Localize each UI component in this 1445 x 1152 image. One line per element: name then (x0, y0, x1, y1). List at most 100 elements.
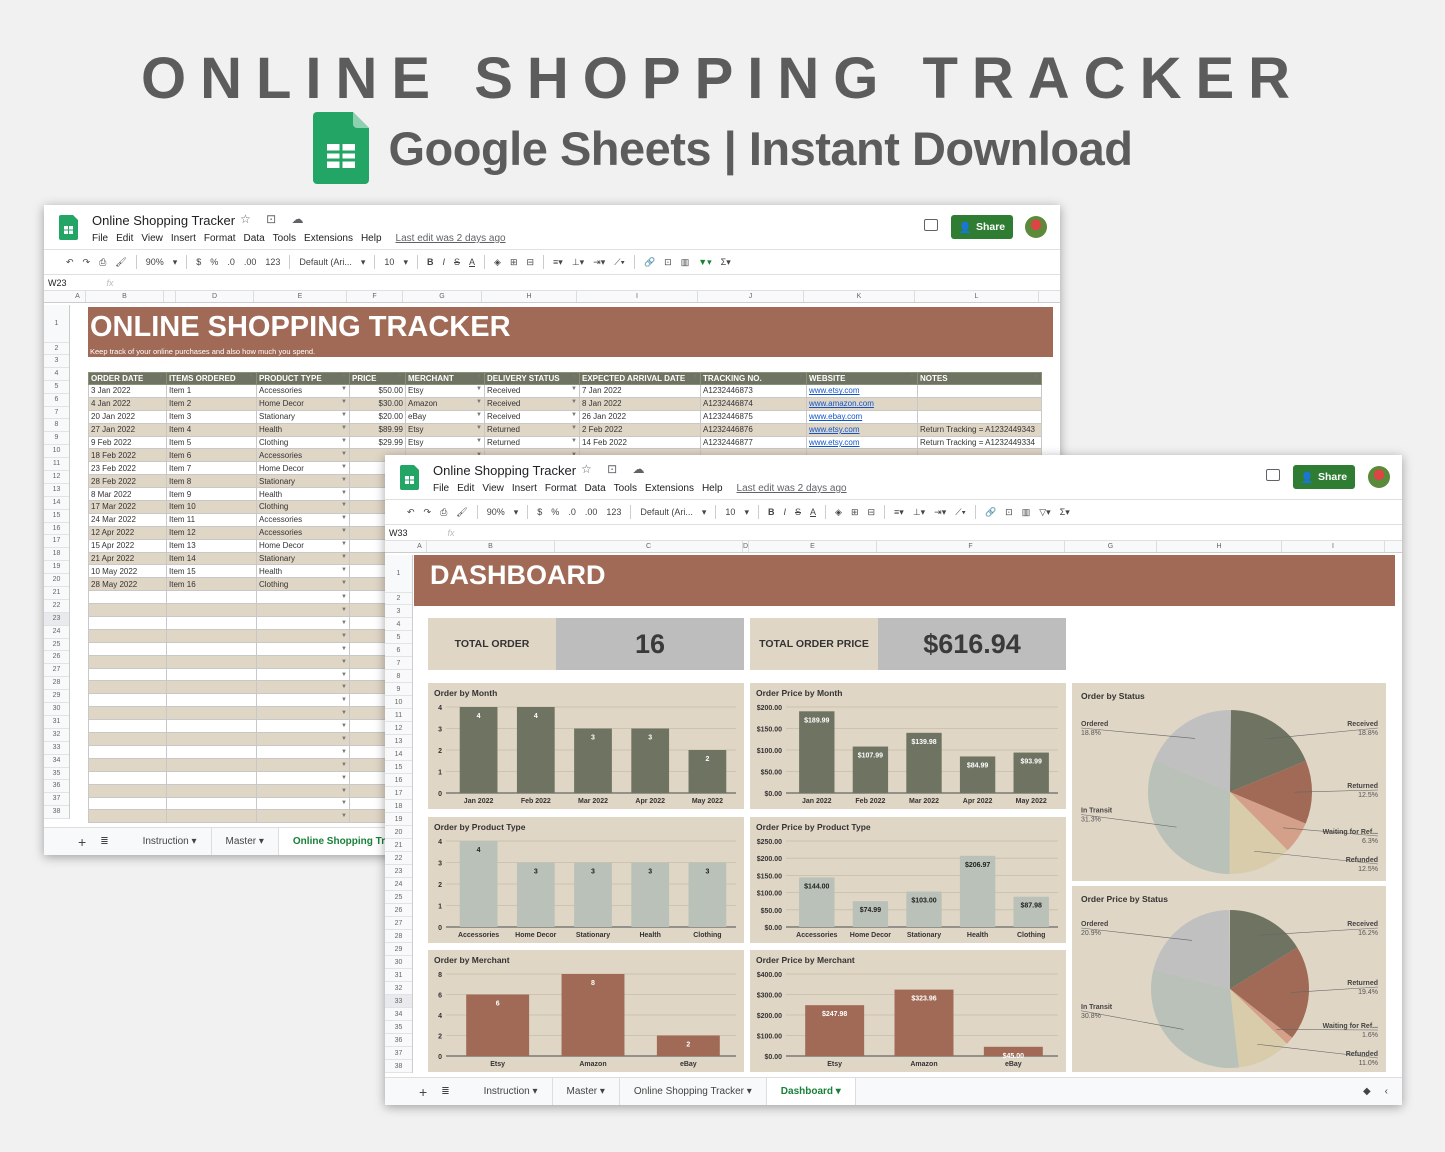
dropdown-icon[interactable]: ▼ (341, 620, 347, 626)
row-header[interactable]: 30 (44, 703, 69, 716)
zoom-select[interactable]: 90% (146, 257, 164, 267)
table-cell[interactable]: Stationary ▼ (256, 551, 350, 566)
row-header[interactable]: 23 (385, 865, 412, 878)
column-header[interactable]: NOTES ▼ (917, 372, 1042, 385)
insert-chart-icon[interactable]: ▥ (1022, 507, 1031, 518)
col-e[interactable]: E (254, 291, 347, 302)
table-cell[interactable]: Received ▼ (484, 409, 580, 424)
table-cell[interactable]: ▼ (256, 770, 350, 785)
filter-icon[interactable]: ▼ (692, 374, 698, 380)
dropdown-icon[interactable]: ▼ (341, 528, 347, 534)
more-formats-button[interactable]: 123 (606, 507, 621, 517)
row-header[interactable]: 7 (385, 657, 412, 670)
table-cell[interactable] (166, 590, 257, 605)
col-c[interactable]: C (555, 541, 743, 552)
fill-color-icon[interactable]: ◈ (494, 257, 501, 268)
row-header[interactable]: 21 (385, 839, 412, 852)
row-header[interactable]: 3 (44, 355, 69, 368)
table-cell[interactable]: Item 8 (166, 474, 257, 489)
redo-icon[interactable]: ↷ (424, 507, 432, 518)
dropdown-icon[interactable]: ▼ (341, 633, 347, 639)
increase-decimal-button[interactable]: .00 (244, 257, 257, 267)
table-cell[interactable]: Item 1 (166, 384, 257, 398)
col-a[interactable]: A (70, 291, 86, 302)
table-cell[interactable]: 14 Feb 2022 (579, 435, 701, 450)
dropdown-icon[interactable]: ▼ (571, 399, 577, 405)
table-cell[interactable] (166, 693, 257, 708)
filter-icon[interactable]: ▼ (397, 374, 403, 380)
row-header[interactable]: 15 (44, 510, 69, 523)
dropdown-icon[interactable]: ▼ (341, 775, 347, 781)
dropdown-icon[interactable]: ▼ (341, 736, 347, 742)
table-cell[interactable]: Item 12 (166, 525, 257, 540)
row-header[interactable]: 27 (385, 917, 412, 930)
table-cell[interactable]: ▼ (256, 732, 350, 746)
star-icon[interactable]: ☆ ⊡ ☁ (581, 462, 650, 476)
table-cell[interactable]: 20 Jan 2022 (88, 409, 167, 424)
row-header[interactable]: 16 (385, 774, 412, 787)
table-cell[interactable] (88, 732, 167, 746)
row-header[interactable]: 29 (385, 943, 412, 956)
tab-master[interactable]: Master ▾ (212, 827, 279, 855)
row-header[interactable]: 3 (385, 605, 412, 618)
table-cell[interactable]: Etsy ▼ (405, 384, 485, 398)
table-cell[interactable] (166, 616, 257, 630)
row-header[interactable]: 10 (385, 696, 412, 709)
table-cell[interactable]: Home Decor ▼ (256, 538, 350, 553)
column-header[interactable]: TRACKING NO. ▼ (700, 372, 807, 385)
table-cell[interactable] (88, 628, 167, 643)
link-icon[interactable]: 🔗 (644, 257, 655, 268)
filter-icon[interactable]: ▼ (798, 374, 804, 380)
table-cell[interactable]: Return Tracking = A1232449343 (917, 422, 1042, 437)
table-cell[interactable] (88, 783, 167, 798)
table-cell[interactable]: www.etsy.com (806, 422, 918, 437)
print-icon[interactable]: ⎙ (99, 257, 106, 268)
row-header[interactable]: 9 (44, 432, 69, 446)
dropdown-icon[interactable]: ▼ (341, 541, 347, 547)
row-header[interactable]: 12 (44, 471, 69, 484)
chart-order-by-product-type[interactable]: Order by Product Type 0 1 2 3 4 4 Accessories 3 H… (428, 817, 744, 943)
row-header[interactable]: 24 (44, 626, 69, 639)
dropdown-icon[interactable]: ▼ (341, 594, 347, 600)
redo-icon[interactable]: ↷ (83, 257, 91, 268)
row-header[interactable]: 2 (44, 343, 69, 355)
borders-icon[interactable]: ⊞ (851, 507, 859, 518)
paint-format-icon[interactable]: 🖌 (115, 257, 126, 268)
last-edit-link[interactable]: Last edit was 2 days ago (396, 233, 506, 244)
table-cell[interactable] (166, 732, 257, 746)
column-header[interactable]: EXPECTED ARRIVAL DATE ▼ (579, 372, 701, 385)
table-cell[interactable]: Item 2 (166, 396, 257, 411)
dropdown-icon[interactable]: ▼ (341, 646, 347, 652)
table-cell[interactable]: $89.99 (349, 422, 406, 437)
font-select[interactable]: Default (Ari... (299, 257, 352, 267)
col-e[interactable]: E (749, 541, 877, 552)
all-sheets-icon[interactable]: ≣ (94, 836, 128, 847)
menu-edit[interactable]: Edit (116, 233, 133, 244)
table-cell[interactable]: ▼ (256, 796, 350, 811)
table-cell[interactable]: A1232446877 (700, 435, 807, 450)
row-header[interactable]: 28 (44, 677, 69, 691)
dropdown-icon[interactable]: ▼ (341, 659, 347, 665)
decrease-decimal-button[interactable]: .0 (568, 507, 576, 517)
dropdown-icon[interactable]: ▼ (341, 580, 347, 586)
table-cell[interactable] (166, 628, 257, 643)
table-cell[interactable] (166, 770, 257, 785)
col-b[interactable]: B (86, 291, 164, 302)
wrap-icon[interactable]: ⇥▾ (593, 257, 605, 268)
dropdown-icon[interactable]: ▼ (341, 412, 347, 418)
row-header[interactable]: 16 (44, 523, 69, 536)
column-header[interactable]: PRICE ▼ (349, 372, 406, 385)
filter-icon[interactable]: ▼ (571, 374, 577, 380)
table-cell[interactable] (166, 680, 257, 695)
row-header[interactable]: 26 (44, 651, 69, 665)
row-header[interactable]: 19 (385, 813, 412, 826)
dropdown-icon[interactable]: ▼ (341, 710, 347, 716)
table-cell[interactable] (166, 603, 257, 618)
row-header[interactable]: 25 (385, 891, 412, 904)
column-header[interactable]: DELIVERY STATUS ▼ (484, 372, 580, 385)
table-cell[interactable]: Clothing ▼ (256, 435, 350, 450)
row-header[interactable]: 36 (44, 780, 69, 794)
insert-comment-icon[interactable]: ⊡ (1005, 507, 1013, 518)
menu-view[interactable]: View (141, 233, 163, 244)
table-cell[interactable]: ▼ (256, 667, 350, 682)
